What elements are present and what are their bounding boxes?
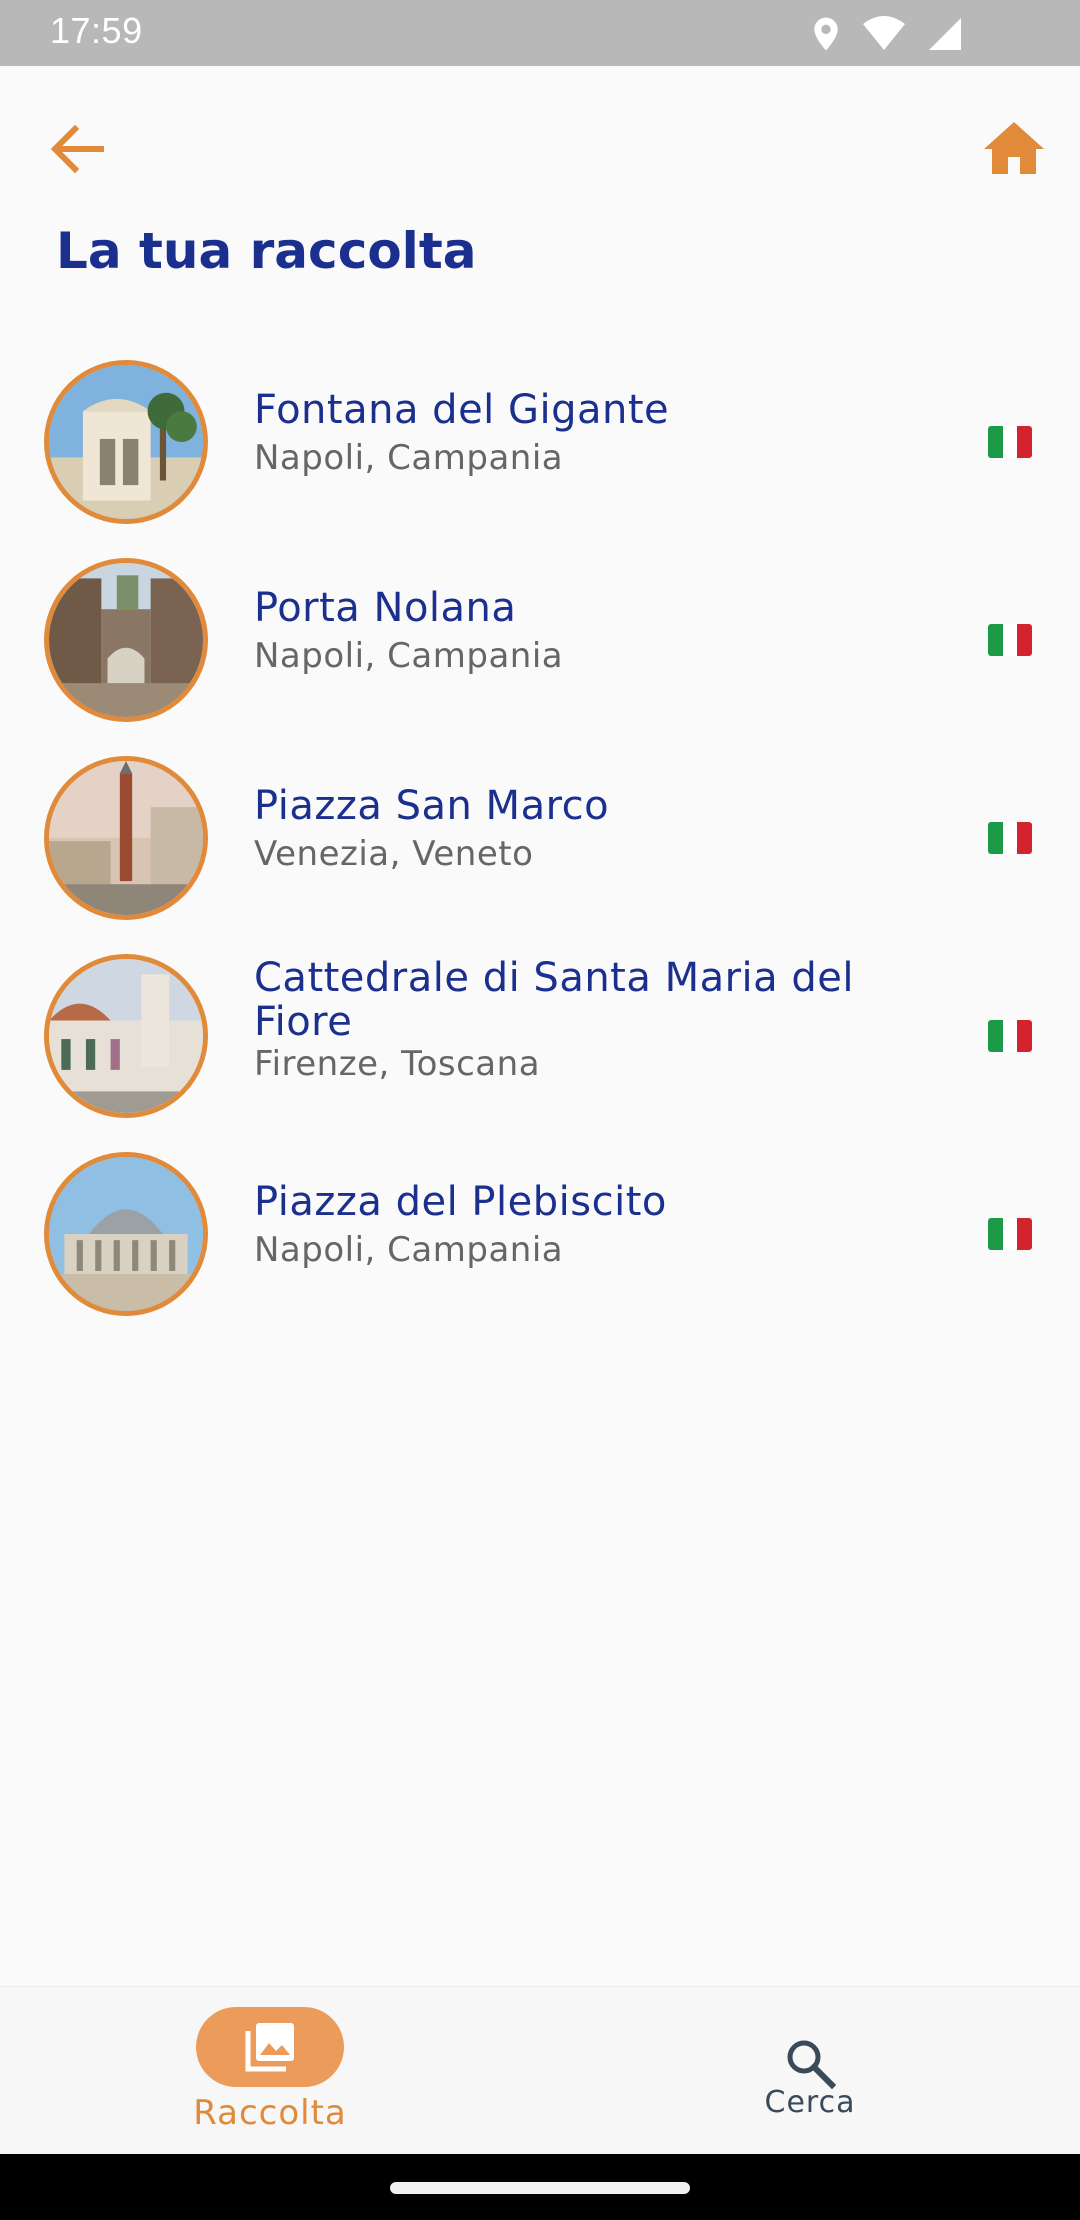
list-item[interactable]: Fontana del Gigante Napoli, Campania (0, 352, 1080, 550)
landmark-thumbnail (44, 756, 208, 920)
top-app-bar (0, 66, 1080, 216)
home-gesture-handle[interactable] (390, 2182, 690, 2194)
nav-label-raccolta: Raccolta (193, 2093, 347, 2133)
arrow-left-icon (50, 124, 104, 174)
nav-active-indicator (196, 2007, 344, 2087)
search-icon (787, 2040, 836, 2089)
landmark-name: Cattedrale di Santa Maria del Fiore (254, 955, 855, 1045)
list-item[interactable]: Piazza del Plebiscito Napoli, Campania (0, 1144, 1080, 1342)
status-time: 17:59 (50, 10, 143, 51)
list-item[interactable]: Cattedrale di Santa Maria del Fiore Fire… (0, 946, 1080, 1144)
status-icons (812, 14, 962, 54)
landmark-location: Venezia, Veneto (254, 834, 534, 874)
wifi-icon (863, 16, 905, 50)
home-button[interactable] (978, 112, 1050, 184)
landmark-name: Fontana del Gigante (254, 387, 670, 433)
location-icon (814, 17, 838, 51)
system-navigation-bar (0, 2154, 1080, 2220)
nav-item-cerca[interactable]: Cerca (660, 1987, 960, 2155)
landmark-thumbnail (44, 360, 208, 524)
list-item[interactable]: Porta Nolana Napoli, Campania (0, 550, 1080, 748)
landmark-thumbnail (44, 558, 208, 722)
landmark-location: Napoli, Campania (254, 438, 564, 478)
italy-flag-icon (988, 822, 1032, 854)
photo-library-icon (245, 2023, 294, 2072)
landmark-thumbnail (44, 1152, 208, 1316)
bottom-navigation: Raccolta Cerca (0, 1986, 1080, 2155)
status-bar: 17:59 (0, 0, 1080, 66)
italy-flag-icon (988, 624, 1032, 656)
list-item[interactable]: Piazza San Marco Venezia, Veneto (0, 748, 1080, 946)
landmark-location: Firenze, Toscana (254, 1044, 541, 1084)
landmark-name: Piazza San Marco (254, 783, 610, 829)
italy-flag-icon (988, 1218, 1032, 1250)
nav-item-raccolta[interactable]: Raccolta (120, 1987, 420, 2155)
signal-icon (929, 18, 961, 50)
home-icon (984, 122, 1044, 174)
back-button[interactable] (44, 116, 110, 182)
landmark-thumbnail (44, 954, 208, 1118)
landmark-name: Porta Nolana (254, 585, 517, 631)
landmark-name: Piazza del Plebiscito (254, 1179, 667, 1225)
landmark-location: Napoli, Campania (254, 636, 564, 676)
page-title: La tua raccolta (56, 222, 477, 280)
landmark-location: Napoli, Campania (254, 1230, 564, 1270)
nav-label-cerca: Cerca (764, 2085, 856, 2120)
italy-flag-icon (988, 426, 1032, 458)
italy-flag-icon (988, 1020, 1032, 1052)
